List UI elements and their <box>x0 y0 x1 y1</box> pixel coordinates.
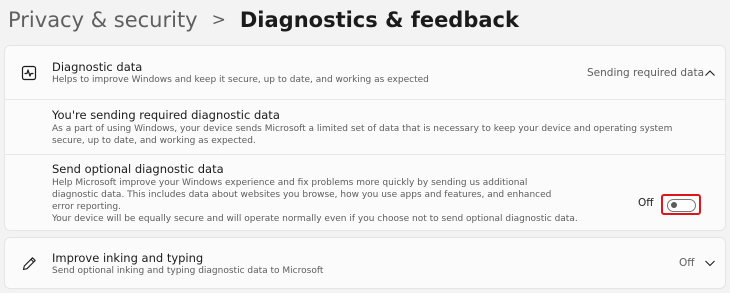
diagnostic-pulse-icon <box>20 64 38 82</box>
breadcrumb-parent-link[interactable]: Privacy & security <box>8 8 198 32</box>
optional-data-description: Help Microsoft improve your Windows expe… <box>52 178 552 212</box>
inking-subtitle: Send optional inking and typing diagnost… <box>52 266 324 276</box>
page-title: Diagnostics & feedback <box>239 8 519 32</box>
required-data-section: You're sending required diagnostic data … <box>5 100 725 155</box>
breadcrumb: Privacy & security > Diagnostics & feedb… <box>8 2 519 38</box>
chevron-up-icon[interactable] <box>704 69 716 77</box>
diagnostic-data-subtitle: Helps to improve Windows and keep it sec… <box>52 75 429 85</box>
required-data-description: As a part of using Windows, your device … <box>52 124 673 146</box>
optional-data-note: Your device will be equally secure and w… <box>52 214 578 224</box>
diagnostic-data-title: Diagnostic data <box>52 60 143 74</box>
inking-typing-row[interactable]: Improve inking and typing Send optional … <box>4 237 726 289</box>
pen-icon <box>20 255 38 273</box>
chevron-down-icon[interactable] <box>704 259 716 267</box>
optional-data-title: Send optional diagnostic data <box>52 162 224 176</box>
toggle-highlight-box <box>661 194 701 215</box>
toggle-knob <box>671 202 677 208</box>
inking-title: Improve inking and typing <box>52 251 204 265</box>
diagnostic-data-expander: Diagnostic data Helps to improve Windows… <box>4 45 726 231</box>
optional-data-toggle-label: Off <box>638 197 654 209</box>
inking-status: Off <box>679 257 695 269</box>
breadcrumb-separator: > <box>211 10 226 30</box>
optional-data-toggle[interactable] <box>667 198 696 212</box>
diagnostic-data-header[interactable]: Diagnostic data Helps to improve Windows… <box>5 46 725 100</box>
diagnostic-data-status: Sending required data <box>587 67 705 79</box>
required-data-title: You're sending required diagnostic data <box>52 108 280 122</box>
optional-data-section: Send optional diagnostic data Help Micro… <box>5 155 725 230</box>
